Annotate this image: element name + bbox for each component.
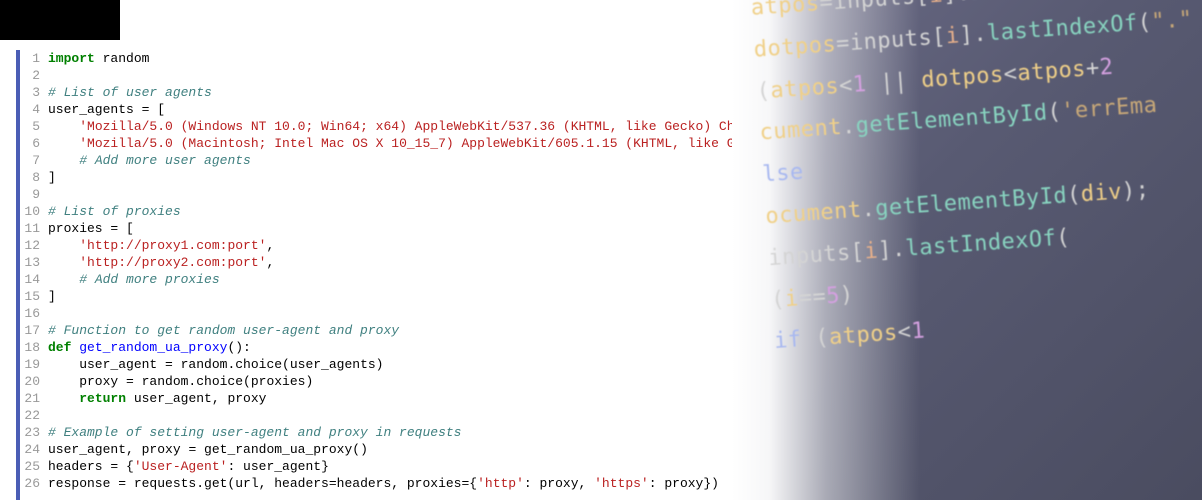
line-number: 25 bbox=[20, 458, 40, 475]
line-number: 23 bbox=[20, 424, 40, 441]
line-number: 1 bbox=[20, 50, 40, 67]
line-number: 17 bbox=[20, 322, 40, 339]
line-number: 3 bbox=[20, 84, 40, 101]
line-number: 9 bbox=[20, 186, 40, 203]
line-number: 24 bbox=[20, 441, 40, 458]
line-number: 13 bbox=[20, 254, 40, 271]
line-number: 21 bbox=[20, 390, 40, 407]
line-number: 6 bbox=[20, 135, 40, 152]
line-number: 20 bbox=[20, 373, 40, 390]
line-number: 15 bbox=[20, 288, 40, 305]
line-number: 11 bbox=[20, 220, 40, 237]
header-black-bar bbox=[0, 0, 120, 40]
overlay-code-text: atpos=inputs[i].indexOf("@");dotpos=inpu… bbox=[749, 0, 1202, 363]
line-number: 7 bbox=[20, 152, 40, 169]
line-number: 22 bbox=[20, 407, 40, 424]
line-number: 26 bbox=[20, 475, 40, 492]
line-number: 10 bbox=[20, 203, 40, 220]
line-number: 18 bbox=[20, 339, 40, 356]
decorative-code-overlay: atpos=inputs[i].indexOf("@");dotpos=inpu… bbox=[732, 0, 1202, 500]
line-number: 2 bbox=[20, 67, 40, 84]
line-number: 16 bbox=[20, 305, 40, 322]
line-number-gutter: 1234567891011121314151617181920212223242… bbox=[20, 50, 48, 500]
line-number: 4 bbox=[20, 101, 40, 118]
line-number: 12 bbox=[20, 237, 40, 254]
line-number: 19 bbox=[20, 356, 40, 373]
line-number: 14 bbox=[20, 271, 40, 288]
line-number: 8 bbox=[20, 169, 40, 186]
line-number: 5 bbox=[20, 118, 40, 135]
